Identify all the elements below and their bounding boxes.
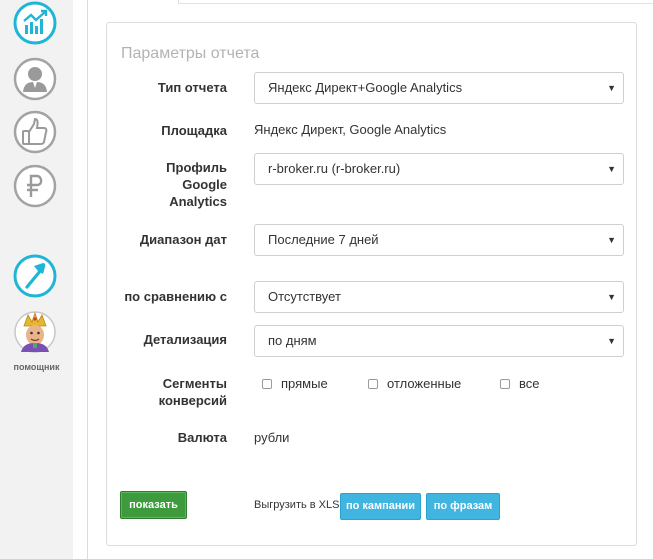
platform-label: Площадка bbox=[161, 123, 227, 138]
report-type-label: Тип отчета bbox=[157, 80, 227, 95]
detail-select[interactable]: по дням ▼ bbox=[254, 325, 624, 357]
hammer-icon[interactable] bbox=[13, 254, 57, 298]
chevron-down-icon: ▼ bbox=[607, 235, 616, 245]
detail-value: по дням bbox=[268, 333, 317, 348]
segments-label-line2: конверсий bbox=[158, 393, 227, 408]
user-profile-icon[interactable] bbox=[13, 57, 57, 101]
tab-border bbox=[178, 3, 653, 4]
date-range-value: Последние 7 дней bbox=[268, 232, 379, 247]
currency-value: рубли bbox=[254, 430, 290, 445]
chevron-down-icon: ▼ bbox=[607, 292, 616, 302]
segment-deferred-checkbox[interactable] bbox=[368, 378, 378, 389]
ga-profile-label-line3: Analytics bbox=[169, 194, 227, 209]
show-report-button[interactable]: показать bbox=[120, 491, 187, 519]
segment-option-direct[interactable]: прямые bbox=[262, 376, 328, 391]
report-params-panel: Параметры отчета Тип отчета Яндекс Дирек… bbox=[106, 22, 637, 546]
segment-all-checkbox[interactable] bbox=[500, 378, 510, 389]
ga-profile-label-line2: Google bbox=[182, 177, 227, 192]
report-type-select[interactable]: Яндекс Директ+Google Analytics ▼ bbox=[254, 72, 624, 104]
report-type-value: Яндекс Директ+Google Analytics bbox=[268, 80, 463, 95]
assistant-label: помощник bbox=[13, 362, 60, 372]
export-by-phrases-button[interactable]: по фразам bbox=[426, 493, 500, 520]
assistant-avatar-icon[interactable] bbox=[13, 310, 57, 354]
export-by-campaign-button[interactable]: по кампании bbox=[340, 493, 421, 520]
platform-value: Яндекс Директ, Google Analytics bbox=[254, 122, 447, 137]
segment-direct-checkbox[interactable] bbox=[262, 378, 272, 389]
export-xls-label: Выгрузить в XLS bbox=[254, 499, 340, 511]
ga-profile-label: Профиль Google Analytics bbox=[107, 159, 227, 210]
ruble-icon[interactable] bbox=[13, 164, 57, 208]
left-sidebar: помощник bbox=[0, 0, 73, 559]
ga-profile-label-line1: Профиль bbox=[166, 160, 227, 175]
segment-option-all[interactable]: все bbox=[500, 376, 540, 391]
segment-deferred-label: отложенные bbox=[387, 376, 462, 391]
ga-profile-value: r-broker.ru (r-broker.ru) bbox=[268, 161, 401, 176]
thumbs-up-icon[interactable] bbox=[13, 110, 57, 154]
segments-label-line1: Сегменты bbox=[162, 376, 227, 391]
segment-direct-label: прямые bbox=[281, 376, 328, 391]
compare-value: Отсутствует bbox=[268, 289, 341, 304]
compare-label: по сравнению с bbox=[124, 289, 227, 304]
segment-all-label: все bbox=[519, 376, 540, 391]
content-divider bbox=[87, 0, 88, 559]
ga-profile-select[interactable]: r-broker.ru (r-broker.ru) ▼ bbox=[254, 153, 624, 185]
date-range-select[interactable]: Последние 7 дней ▼ bbox=[254, 224, 624, 256]
panel-title: Параметры отчета bbox=[121, 45, 260, 62]
compare-select[interactable]: Отсутствует ▼ bbox=[254, 281, 624, 313]
date-range-label: Диапазон дат bbox=[139, 232, 227, 247]
segment-option-deferred[interactable]: отложенные bbox=[368, 376, 461, 391]
chevron-down-icon: ▼ bbox=[607, 336, 616, 346]
stats-chart-icon[interactable] bbox=[13, 1, 57, 45]
currency-label: Валюта bbox=[177, 430, 227, 445]
chevron-down-icon: ▼ bbox=[607, 83, 616, 93]
chevron-down-icon: ▼ bbox=[607, 164, 616, 174]
segments-label: Сегменты конверсий bbox=[107, 375, 227, 409]
detail-label: Детализация bbox=[143, 332, 227, 347]
